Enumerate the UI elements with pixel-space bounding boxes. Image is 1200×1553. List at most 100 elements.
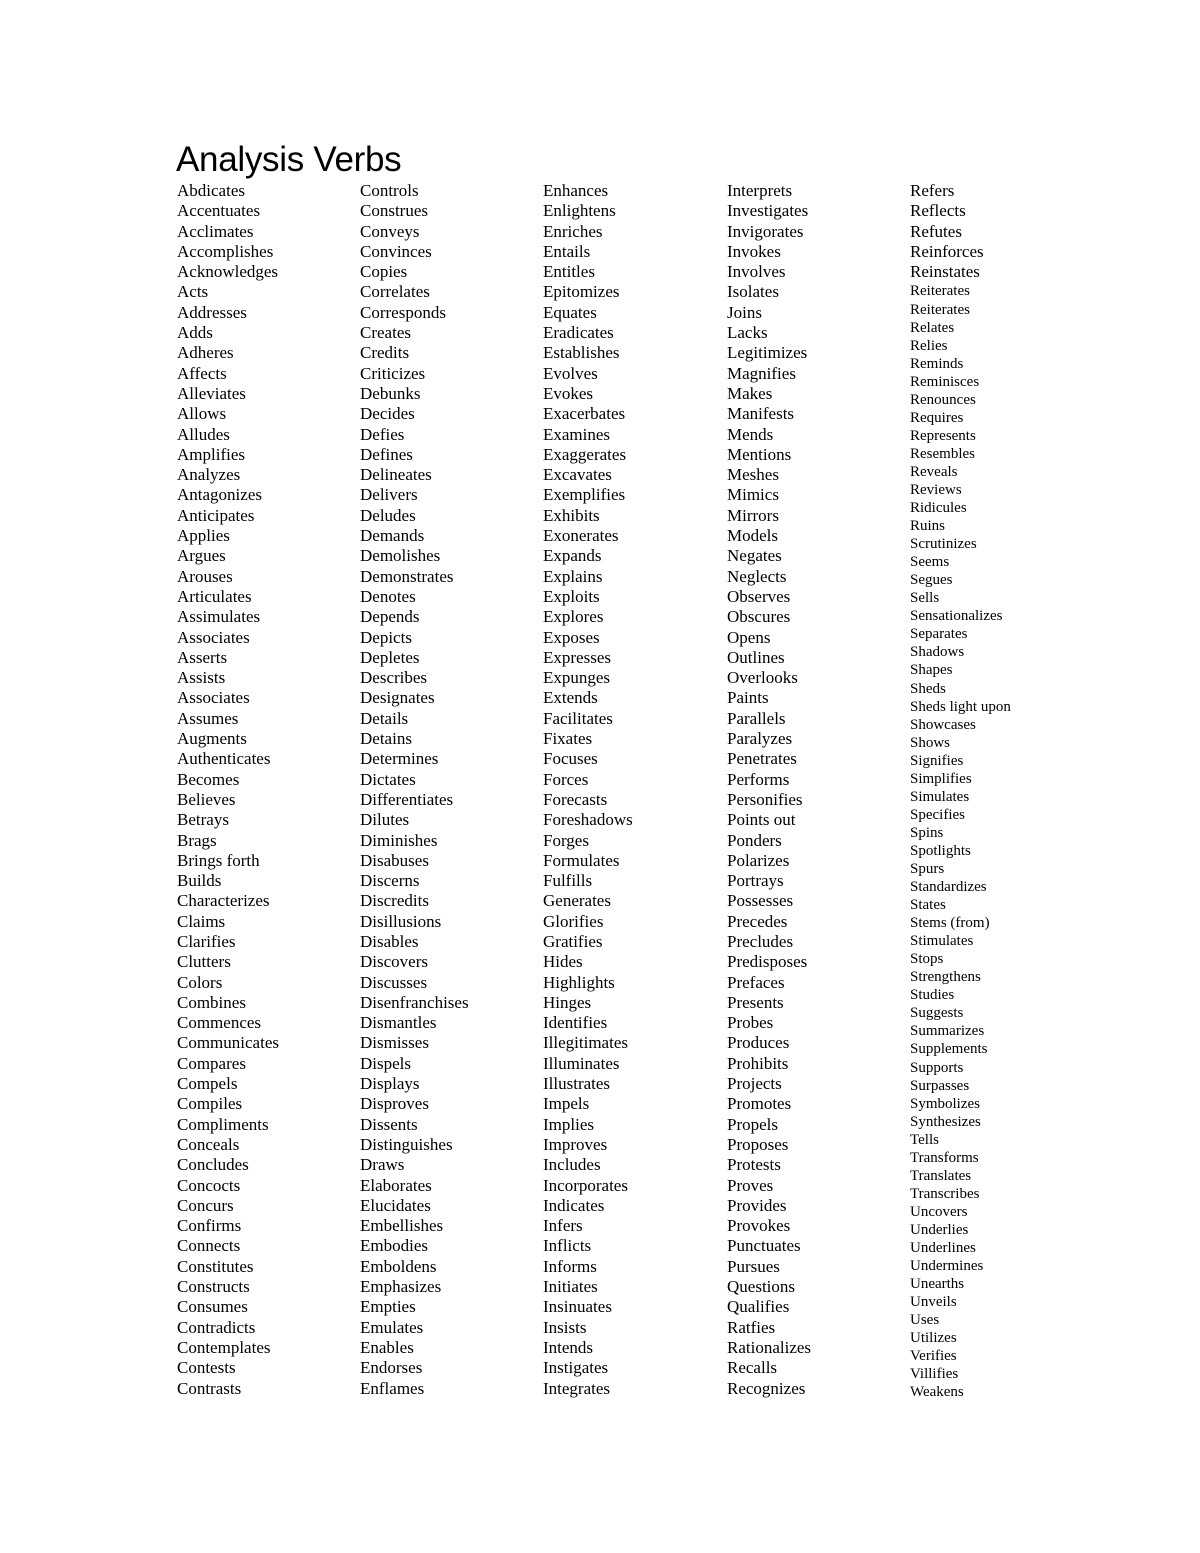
verb-item: Dismisses: [360, 1033, 429, 1053]
verb-item: Includes: [543, 1155, 601, 1175]
verb-item: Portrays: [727, 871, 784, 891]
verb-item: Spurs: [910, 860, 945, 877]
verb-item: Reiterates: [910, 301, 970, 318]
verb-item: Transforms: [910, 1149, 979, 1166]
verb-item: Delineates: [360, 465, 432, 485]
verb-item: Precedes: [727, 911, 788, 931]
verb-item: Unearths: [910, 1276, 965, 1293]
verb-item: Differentiates: [360, 789, 454, 809]
verb-item: Accomplishes: [177, 241, 274, 261]
verb-item: Probes: [727, 1013, 774, 1033]
verb-item: Translates: [910, 1167, 972, 1184]
verb-item: Sheds light upon: [910, 698, 1011, 715]
verb-item: Predisposes: [727, 952, 808, 972]
verb-item: Foreshadows: [543, 810, 633, 830]
verb-item: Construes: [360, 201, 428, 221]
verb-item: Manifests: [727, 404, 795, 424]
verb-item: Demonstrates: [360, 566, 454, 586]
verb-item: Equates: [543, 302, 597, 322]
verb-item: Invigorates: [727, 221, 804, 241]
verb-item: Precludes: [727, 931, 794, 951]
verb-item: Propels: [727, 1114, 778, 1134]
verb-item: Dispels: [360, 1053, 411, 1073]
verb-item: Exploits: [543, 586, 600, 606]
verb-item: Meshes: [727, 465, 779, 485]
verb-item: Segues: [910, 572, 953, 589]
verb-item: Exacerbates: [543, 404, 626, 424]
verb-item: Colors: [177, 972, 223, 992]
verb-item: Convinces: [360, 241, 432, 261]
verb-item: Becomes: [177, 769, 240, 789]
verb-item: Exhibits: [543, 505, 600, 525]
verb-item: Pursues: [727, 1256, 780, 1276]
verb-item: Parallels: [727, 708, 786, 728]
verb-item: Sheds: [910, 680, 946, 697]
verb-item: Expands: [543, 546, 602, 566]
verb-item: Allows: [177, 404, 227, 424]
verb-item: Asserts: [177, 647, 228, 667]
page-title: Analysis Verbs: [176, 140, 402, 179]
verb-item: Sensationalizes: [910, 608, 1003, 625]
verb-item: Spins: [910, 824, 944, 841]
verb-item: Empties: [360, 1297, 416, 1317]
verb-item: Demolishes: [360, 546, 441, 566]
verb-item: Suggests: [910, 1005, 964, 1022]
verb-item: Communicates: [177, 1033, 279, 1053]
verb-item: Associates: [177, 688, 250, 708]
verb-item: Reiterates: [910, 283, 970, 300]
verb-item: Lacks: [727, 323, 768, 343]
verb-item: Renounces: [910, 391, 976, 408]
verb-item: Commences: [177, 1013, 262, 1033]
verb-item: Discerns: [360, 871, 420, 891]
verb-item: Dilutes: [360, 810, 410, 830]
verb-item: Emphasizes: [360, 1277, 442, 1297]
verb-item: Spotlights: [910, 842, 971, 859]
verb-item: Enlightens: [543, 201, 616, 221]
verb-item: Investigates: [727, 201, 809, 221]
verb-item: Dismantles: [360, 1013, 437, 1033]
verb-item: Anticipates: [177, 505, 255, 525]
verb-item: Extends: [543, 688, 598, 708]
verb-item: Reinforces: [910, 241, 984, 261]
verb-item: Integrates: [543, 1378, 611, 1398]
verb-item: Corresponds: [360, 302, 446, 322]
verb-item: Associates: [177, 627, 250, 647]
verb-item: Simulates: [910, 788, 970, 805]
verb-item: Scrutinizes: [910, 536, 977, 553]
verb-item: Explores: [543, 607, 604, 627]
verb-item: Examines: [543, 424, 611, 444]
verb-item: Affects: [177, 363, 227, 383]
verb-item: Neglects: [727, 566, 787, 586]
verb-item: Initiates: [543, 1277, 598, 1297]
verb-item: Endorses: [360, 1358, 423, 1378]
verb-item: Conceals: [177, 1134, 240, 1154]
verb-item: Disables: [360, 931, 419, 951]
verb-item: Brings forth: [177, 850, 260, 870]
verb-item: Explains: [543, 566, 603, 586]
verb-item: Acts: [177, 282, 209, 302]
verb-item: Debunks: [360, 383, 421, 403]
verb-item: Refers: [910, 181, 955, 200]
verb-item: Controls: [360, 181, 419, 200]
verb-item: Signifies: [910, 752, 964, 769]
verb-item: Authenticates: [177, 749, 271, 769]
verb-item: Mirrors: [727, 505, 779, 525]
verb-item: Interprets: [727, 181, 793, 200]
verb-item: Defies: [360, 424, 405, 444]
verb-item: Establishes: [543, 343, 620, 363]
verb-item: Amplifies: [177, 444, 245, 464]
verb-item: Improves: [543, 1134, 608, 1154]
verb-item: Creates: [360, 323, 411, 343]
verb-item: Fixates: [543, 729, 593, 749]
verb-item: Supplements: [910, 1041, 988, 1058]
verb-item: Consumes: [177, 1297, 248, 1317]
verb-item: Sells: [910, 590, 940, 607]
verb-item: Qualifies: [727, 1297, 790, 1317]
verb-item: Invokes: [727, 241, 781, 261]
verb-item: Contradicts: [177, 1317, 256, 1337]
verb-item: Involves: [727, 262, 786, 282]
verb-item: Seems: [910, 554, 950, 571]
verb-item: Disproves: [360, 1094, 429, 1114]
verb-item: Deludes: [360, 505, 416, 525]
verb-item: Emulates: [360, 1317, 424, 1337]
